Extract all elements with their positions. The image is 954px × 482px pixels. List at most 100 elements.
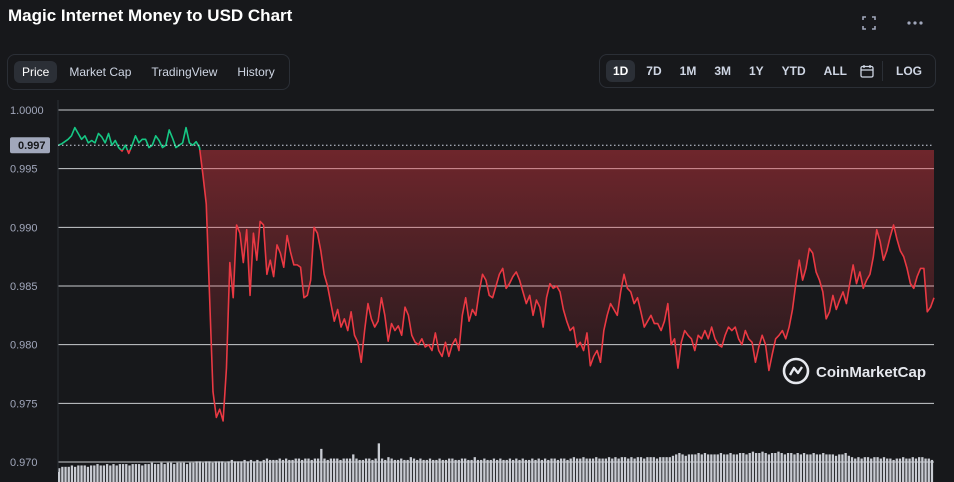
volume-bar [767, 454, 771, 482]
volume-bar [96, 464, 99, 482]
volume-bar [841, 454, 844, 482]
volume-bar [527, 459, 531, 482]
volume-bar [579, 458, 582, 482]
volume-bar [866, 457, 870, 482]
volume-bar [294, 458, 297, 482]
volume-bar [157, 464, 160, 482]
volume-bar [419, 458, 422, 482]
volume-bar [476, 459, 480, 482]
y-tick-label: 0.995 [10, 164, 38, 176]
volume-bar [652, 457, 655, 482]
volume-bar [166, 462, 169, 482]
volume-bar [850, 457, 854, 482]
volume-bar [639, 457, 643, 482]
volume-bar [237, 461, 240, 482]
coinmarketcap-logo-icon [782, 357, 810, 385]
volume-bar [403, 459, 406, 482]
volume-bars [58, 443, 934, 482]
volume-bar [281, 459, 285, 482]
volume-bar [822, 453, 825, 482]
volume-bar [786, 453, 790, 482]
volume-bar [460, 458, 464, 482]
volume-bar [863, 457, 866, 482]
volume-bar [278, 458, 281, 482]
watermark-text: CoinMarketCap [816, 364, 926, 381]
y-tick-label: 0.990 [10, 222, 38, 234]
volume-bar [272, 459, 275, 482]
volume-bar [502, 459, 505, 482]
volume-bar [745, 454, 748, 482]
volume-bar [614, 457, 617, 482]
y-tick-label: 0.980 [10, 340, 38, 352]
volume-bar [105, 464, 109, 482]
volume-bar [531, 458, 534, 482]
volume-bar [818, 454, 822, 482]
volume-bar [783, 454, 787, 482]
volume-bar [799, 454, 803, 482]
volume-bar [323, 458, 326, 482]
volume-bar [729, 453, 732, 482]
volume-bar [764, 453, 767, 482]
volume-bar [499, 458, 502, 482]
below-fill-area [120, 150, 934, 421]
volume-bar [192, 462, 195, 482]
volume-bar [726, 454, 729, 482]
volume-bar [678, 453, 681, 482]
volume-bar [668, 457, 671, 482]
volume-bar [428, 458, 432, 482]
volume-bar [924, 458, 927, 482]
volume-bar [131, 464, 134, 482]
volume-bar [121, 464, 125, 482]
volume-bar [563, 458, 566, 482]
volume-bar [214, 461, 217, 482]
volume-bar [598, 458, 601, 482]
volume-bar [310, 459, 313, 482]
volume-bar [115, 465, 118, 482]
volume-bar [716, 454, 719, 482]
volume-bar [611, 458, 614, 482]
volume-bar [400, 458, 403, 482]
volume-bar [355, 458, 358, 482]
volume-bar [201, 462, 205, 482]
volume-bar [559, 458, 563, 482]
volume-bar [633, 458, 636, 482]
volume-bar [898, 458, 902, 482]
volume-bar [870, 458, 873, 482]
volume-bar [86, 466, 90, 482]
volume-bar [454, 459, 457, 482]
volume-bar [144, 464, 147, 482]
volume-bar [754, 453, 758, 482]
volume-bar [707, 454, 710, 482]
volume-bar [275, 459, 278, 482]
volume-bar [125, 464, 128, 482]
volume-bar [253, 461, 256, 482]
volume-bar [534, 459, 537, 482]
y-tick-label: 1.0000 [10, 105, 44, 117]
volume-bar [416, 459, 419, 482]
volume-bar [748, 453, 751, 482]
volume-bar [601, 458, 604, 482]
volume-bar [518, 459, 521, 482]
volume-bar [198, 461, 201, 482]
volume-bar [515, 458, 518, 482]
volume-bar [457, 459, 460, 482]
volume-bar [380, 458, 384, 482]
volume-bar [770, 453, 774, 482]
volume-bar [406, 459, 409, 482]
volume-bar [227, 461, 230, 482]
volume-bar [802, 453, 806, 482]
volume-bar [511, 459, 515, 482]
volume-bar [524, 459, 528, 482]
volume-bar [102, 465, 106, 482]
volume-bar [205, 461, 208, 482]
volume-bar [921, 457, 924, 482]
volume-bar [480, 459, 483, 482]
volume-bar [595, 457, 598, 482]
volume-bar [291, 459, 294, 482]
volume-bar [617, 458, 620, 482]
volume-bar [147, 464, 150, 482]
price-chart[interactable]: 1.0000 0.995 0.990 0.985 0.980 0.975 0.970 0.9… [0, 0, 954, 482]
volume-bar [345, 458, 349, 482]
volume-bar [774, 453, 777, 482]
volume-bar [722, 454, 726, 482]
